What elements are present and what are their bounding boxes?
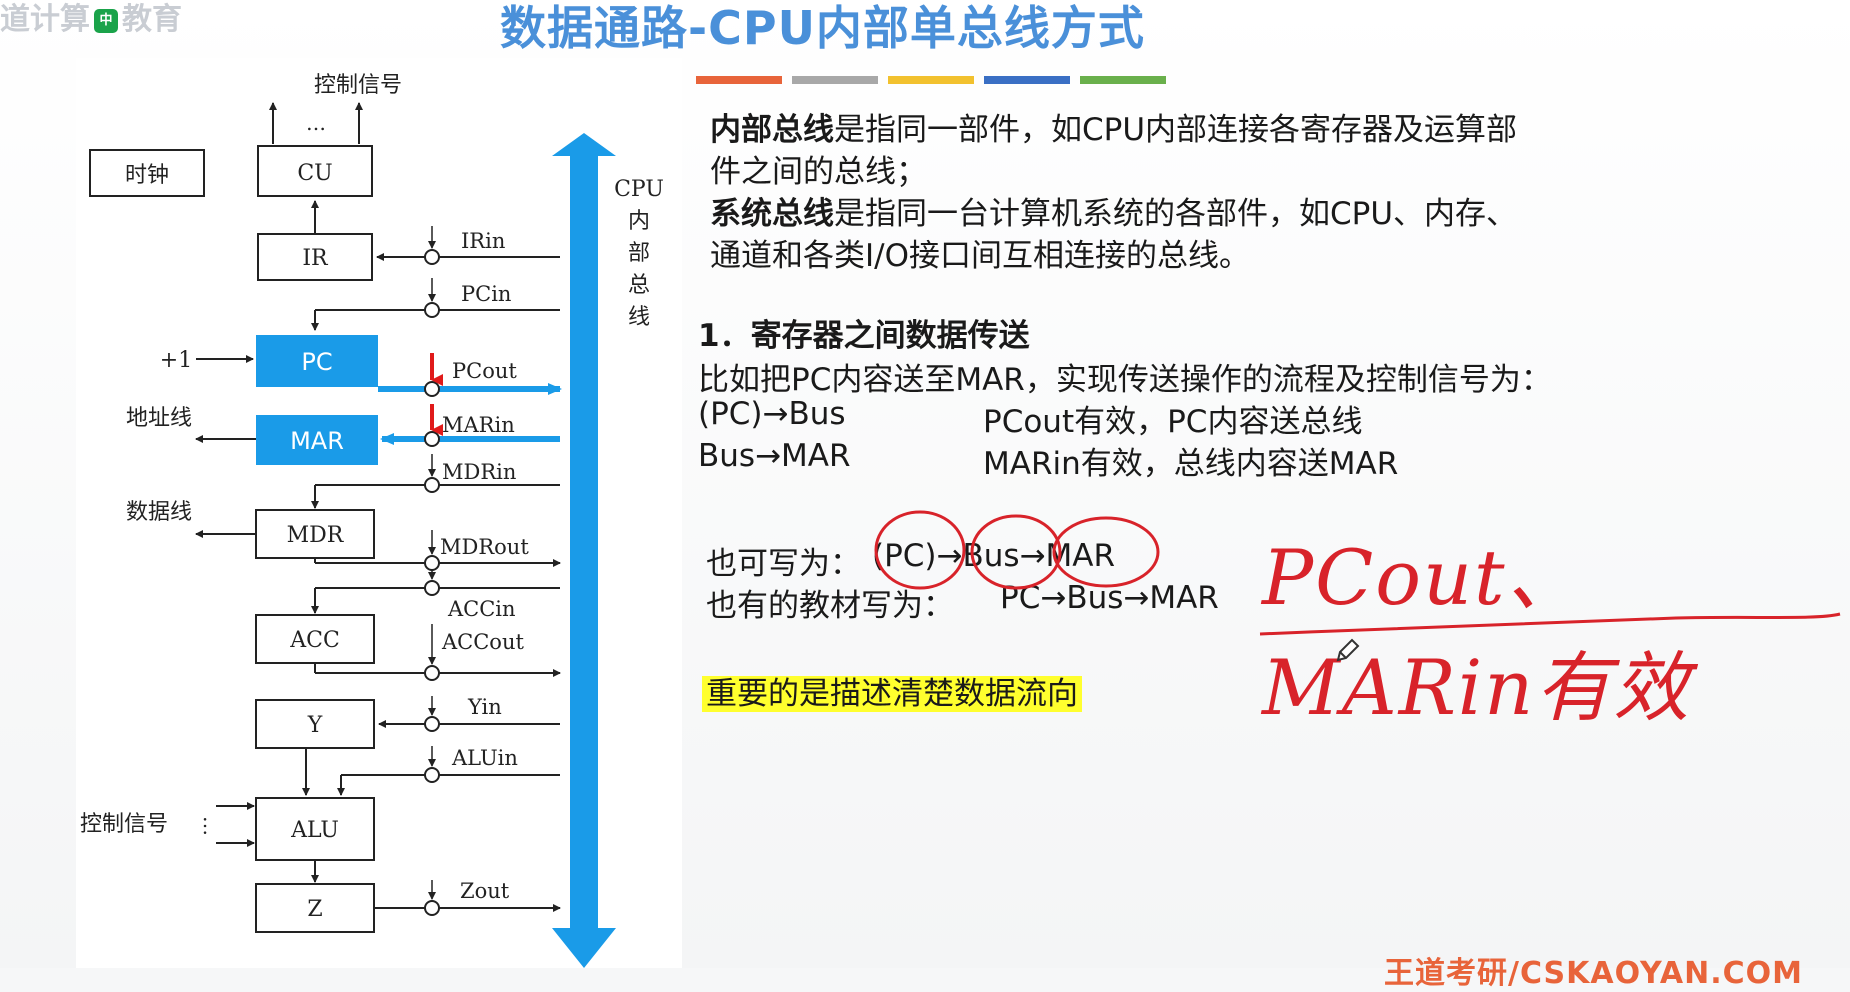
pc-label: PC	[301, 348, 332, 376]
color-bar-yellow	[888, 76, 974, 84]
control-signals-bottom-label: 控制信号	[80, 812, 168, 837]
color-bar-orange	[696, 76, 782, 84]
step2-right: MARin有效，总线内容送MAR	[983, 446, 1399, 482]
color-bar-blue	[984, 76, 1070, 84]
step1-right: PCout有效，PC内容送总线	[983, 404, 1363, 440]
cu-label: CU	[297, 161, 332, 186]
signal-zout: Zout	[460, 879, 510, 903]
key-point: 重要的是描述清楚数据流向	[702, 668, 1082, 713]
internal-bus-desc-line2: 件之间的总线；	[710, 154, 927, 190]
system-bus-desc: 是指同一台计算机系统的各部件，如CPU、内存、	[834, 196, 1518, 232]
data-line-label: 数据线	[126, 500, 192, 525]
circle-pc	[874, 510, 966, 590]
plus-one-label: +1	[160, 348, 192, 373]
alt1-label: 也可写为：	[706, 546, 861, 582]
cpu-bus-diagram: CPU 内 部 总 线 控制信号 … 时钟 CU IR IRin PCin +1	[76, 58, 682, 968]
mar-label: MAR	[290, 427, 344, 455]
annotation-circles	[874, 510, 1160, 590]
signal-accin: ACCin	[447, 597, 516, 621]
logo: 道计算中教育	[0, 0, 182, 38]
logo-text-left: 道计算	[0, 2, 90, 37]
signal-accout: ACCout	[441, 630, 524, 654]
step1-left: (PC)→Bus	[698, 396, 846, 432]
z-label: Z	[307, 897, 322, 922]
system-bus-desc-line2: 通道和各类I/O接口间互相连接的总线。	[710, 238, 1250, 274]
bus-label-3: 总	[628, 273, 650, 298]
signal-aluin: ALUin	[451, 746, 518, 770]
control-signals-top-label: 控制信号	[314, 73, 402, 98]
section-heading: 1．寄存器之间数据传送	[698, 318, 1030, 354]
y-label: Y	[307, 713, 323, 738]
signal-yin: Yin	[467, 695, 502, 719]
step2-left: Bus→MAR	[698, 438, 851, 474]
ir-label: IR	[302, 246, 329, 271]
handwritten-underline	[1259, 612, 1841, 636]
color-bar-gray	[792, 76, 878, 84]
signal-mdrin: MDRin	[442, 460, 516, 484]
logo-text-right: 教育	[122, 2, 182, 37]
term-internal-bus: 内部总线	[710, 112, 834, 148]
diagram-svg: CPU 内 部 总 线 控制信号 … 时钟 CU IR IRin PCin +1	[80, 73, 664, 968]
address-line-label: 地址线	[126, 406, 192, 431]
key-point-highlight: 重要的是描述清楚数据流向	[702, 676, 1082, 712]
signal-mdrout: MDRout	[440, 535, 529, 559]
internal-bus-desc: 是指同一部件，如CPU内部连接各寄存器及运算部	[834, 112, 1518, 148]
control-dots-bottom: …	[199, 816, 223, 836]
alu-label: ALU	[290, 818, 339, 843]
pen-cursor-icon	[1336, 638, 1360, 662]
mdr-label: MDR	[287, 523, 345, 548]
clock-label: 时钟	[125, 163, 169, 188]
signal-pcin: PCin	[461, 282, 511, 306]
color-bar-green	[1080, 76, 1166, 84]
logo-badge-icon: 中	[94, 8, 118, 33]
control-dots: …	[306, 111, 326, 135]
bus-label-0: CPU	[614, 177, 664, 202]
internal-bus	[552, 133, 616, 968]
acc-label: ACC	[289, 628, 340, 653]
system-bus-definition: 系统总线是指同一台计算机系统的各部件，如CPU、内存、	[710, 188, 1517, 233]
term-system-bus: 系统总线	[710, 196, 834, 232]
example-intro: 比如把PC内容送至MAR，实现传送操作的流程及控制信号为：	[698, 362, 1552, 398]
signal-pcout: PCout	[452, 359, 517, 383]
bus-label-2: 部	[628, 241, 650, 266]
circle-mar	[1052, 516, 1160, 588]
internal-bus-definition: 内部总线是指同一部件，如CPU内部连接各寄存器及运算部	[710, 104, 1517, 149]
footer-website: 王道考研/CSKAOYAN.COM	[1384, 956, 1803, 991]
circle-bus	[970, 514, 1062, 590]
signal-marin: MARin	[442, 413, 515, 437]
bus-label-4: 线	[628, 305, 650, 330]
slide-title: 数据通路-CPU内部单总线方式	[500, 1, 1145, 55]
signal-irin: IRin	[461, 229, 505, 253]
bus-label-1: 内	[628, 209, 650, 234]
decorative-color-bars	[680, 76, 1180, 86]
